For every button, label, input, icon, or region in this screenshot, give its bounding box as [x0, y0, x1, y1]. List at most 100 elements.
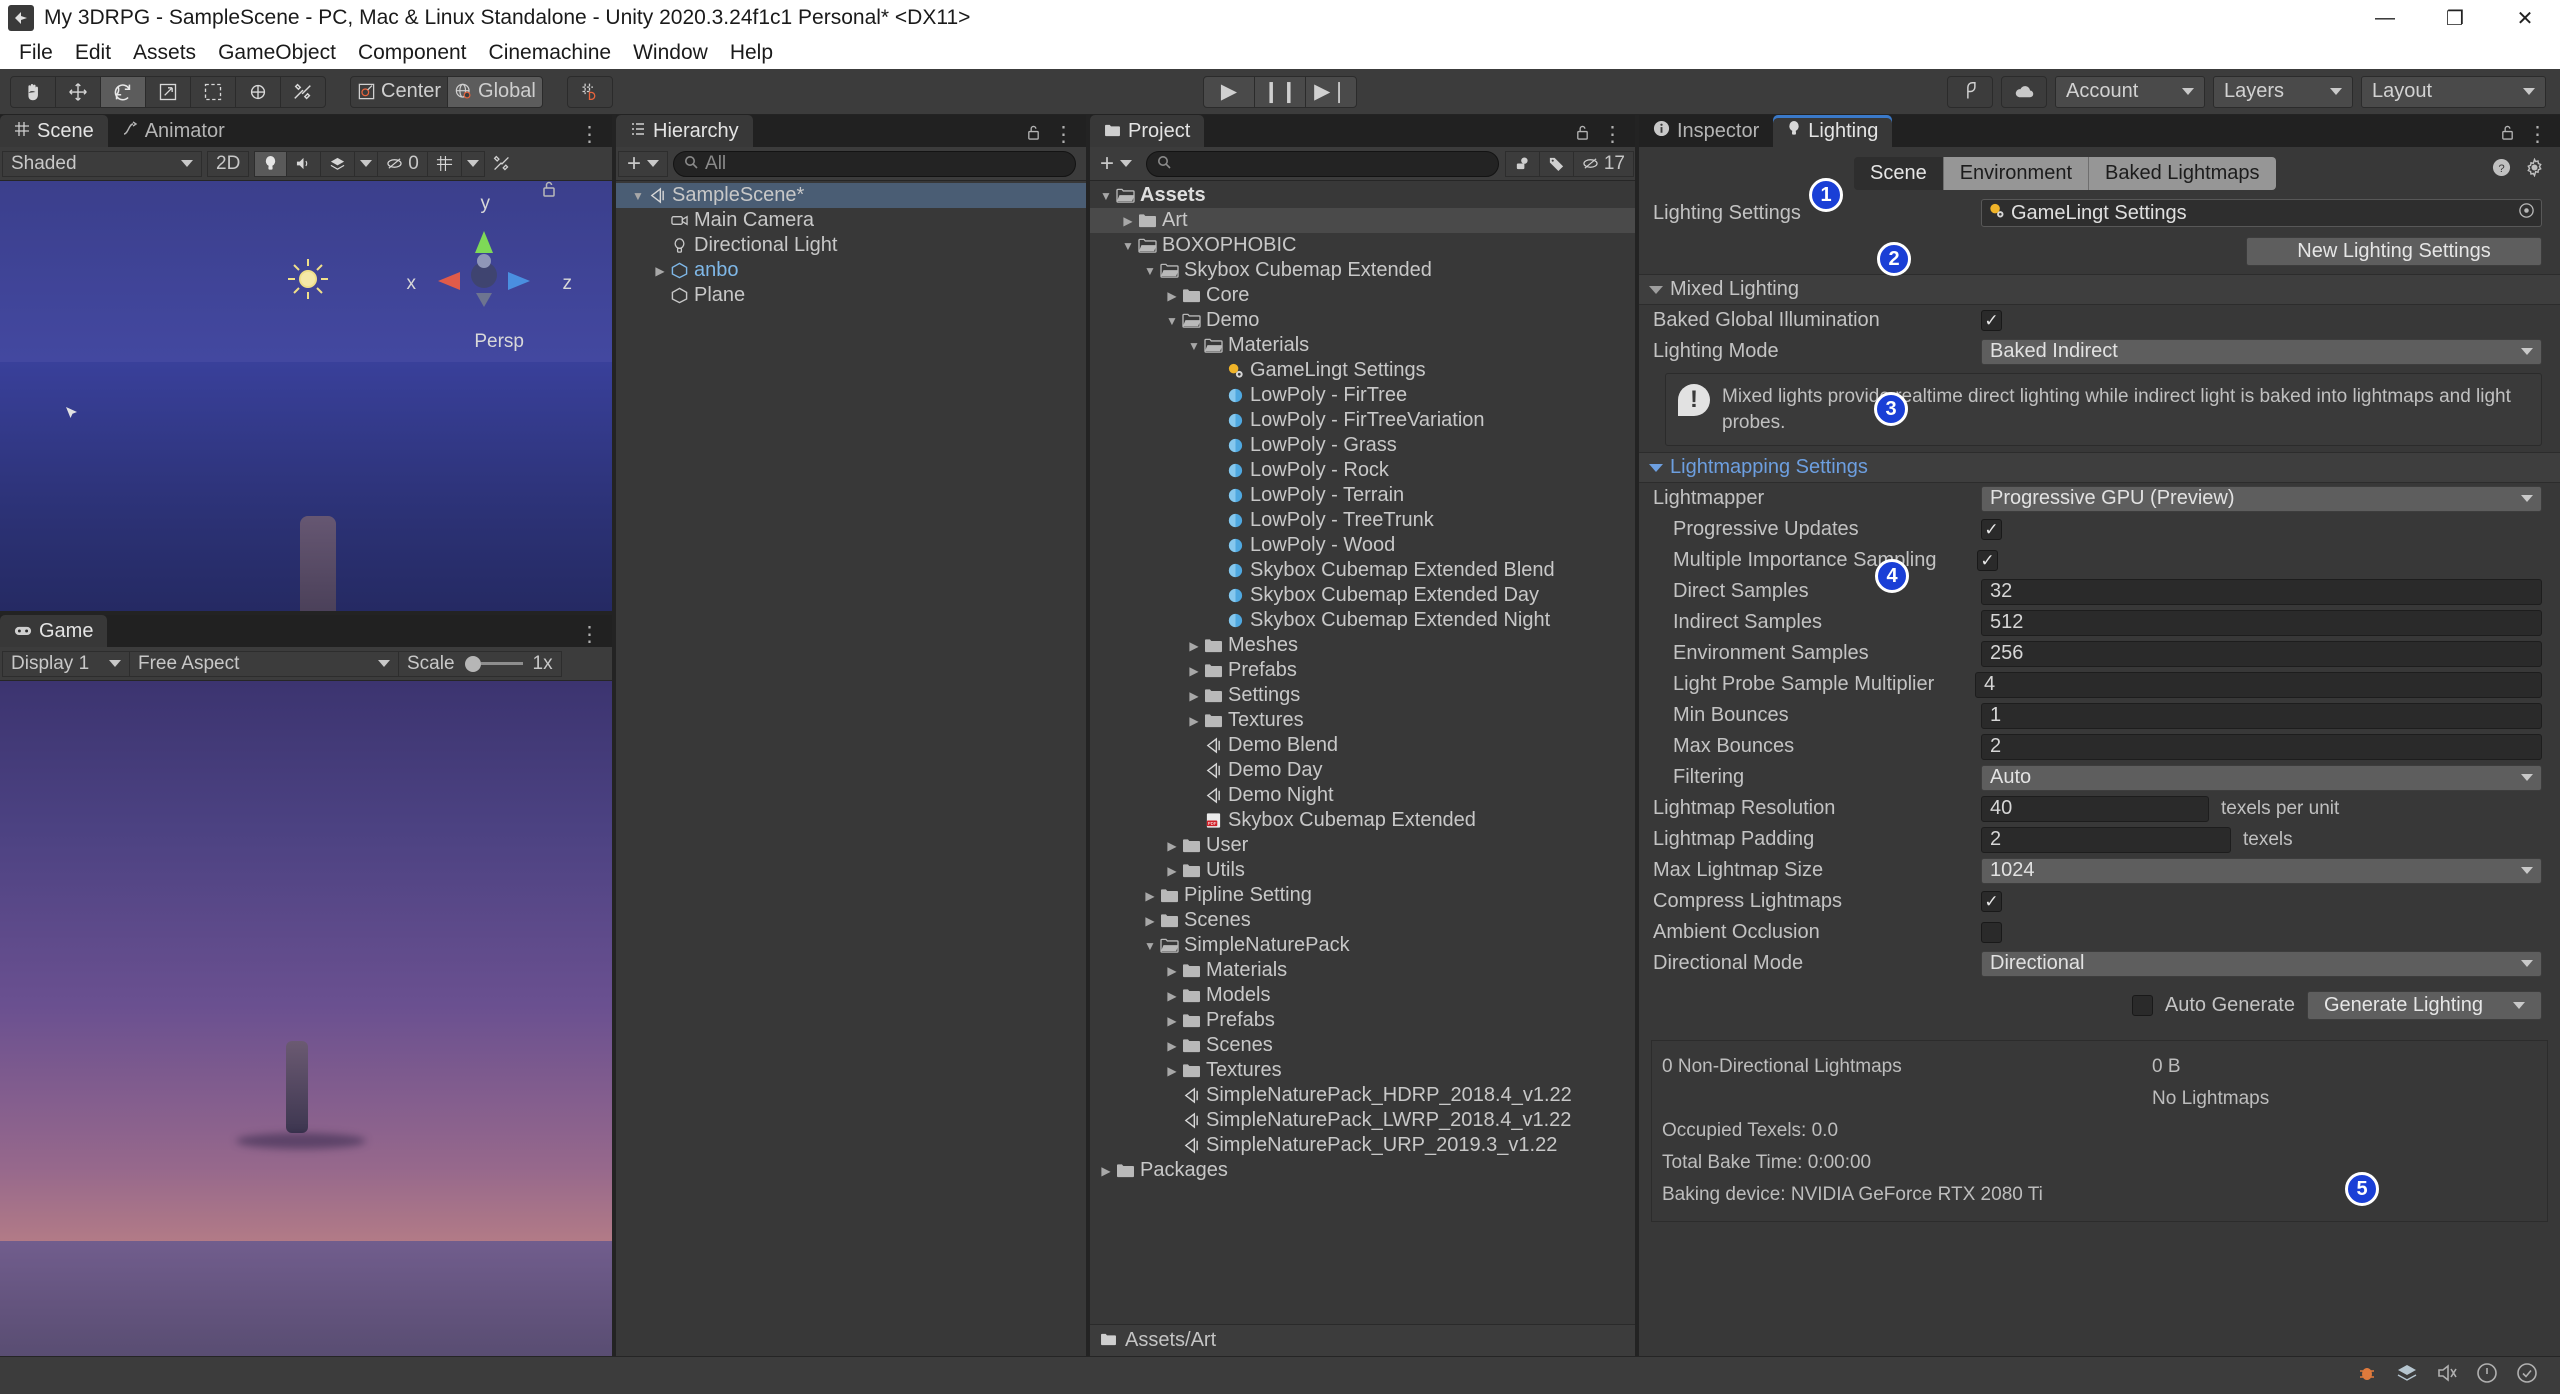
compress-lightmaps-checkbox[interactable]: ✓	[1981, 891, 2002, 913]
project-filter-type-button[interactable]	[1504, 150, 1540, 177]
indirect-samples-input[interactable]: 512	[1981, 609, 2542, 636]
scene-lighting-toggle[interactable]	[254, 150, 288, 177]
scale-tool-button[interactable]	[145, 75, 191, 108]
disclosure-arrow[interactable]: ▶	[1186, 664, 1202, 678]
play-button[interactable]: ▶	[1203, 75, 1255, 108]
move-tool-button[interactable]	[55, 75, 101, 108]
rotate-tool-button[interactable]	[100, 75, 146, 108]
project-search-input[interactable]	[1146, 150, 1499, 177]
disclosure-arrow[interactable]: ▼	[1186, 339, 1202, 353]
status-ok-icon[interactable]	[2516, 1362, 2538, 1390]
min-bounces-input[interactable]: 1	[1981, 702, 2542, 729]
max-lightmap-size-dropdown[interactable]: 1024	[1981, 857, 2542, 884]
bug-icon[interactable]	[2356, 1362, 2378, 1390]
tab-game[interactable]: Game	[0, 615, 108, 647]
project-add-button[interactable]: +	[1092, 151, 1140, 177]
project-item-scenes[interactable]: ▶ Scenes	[1090, 1033, 1635, 1058]
hierarchy-item-anbo[interactable]: ▶ anbo	[616, 258, 1086, 283]
hierarchy-add-button[interactable]: +	[618, 150, 669, 177]
project-item-skybox-cubemap-extended[interactable]: PDF Skybox Cubemap Extended	[1090, 808, 1635, 833]
menu-assets[interactable]: Assets	[122, 38, 207, 68]
lock-icon[interactable]	[1575, 123, 1590, 147]
project-item-demo-day[interactable]: Demo Day	[1090, 758, 1635, 783]
project-item-boxophobic[interactable]: ▼ BOXOPHOBIC	[1090, 233, 1635, 258]
lightmapping-settings-header[interactable]: Lightmapping Settings	[1639, 452, 2560, 484]
project-tree[interactable]: ▼ Assets ▶ Art ▼ BOXOPHOBIC ▼ Skybox Cubemap Ex…	[1090, 181, 1635, 1324]
disclosure-arrow[interactable]: ▶	[1186, 714, 1202, 728]
disclosure-arrow[interactable]: ▶	[1098, 1164, 1114, 1178]
project-item-demo-night[interactable]: Demo Night	[1090, 783, 1635, 808]
disclosure-arrow[interactable]: ▶	[1186, 639, 1202, 653]
project-item-user[interactable]: ▶ User	[1090, 833, 1635, 858]
menu-window[interactable]: Window	[622, 38, 719, 68]
hierarchy-item-plane[interactable]: Plane	[616, 283, 1086, 308]
progressive-updates-checkbox[interactable]: ✓	[1981, 519, 2002, 541]
project-item-prefabs[interactable]: ▶ Prefabs	[1090, 658, 1635, 683]
disclosure-arrow[interactable]: ▶	[1186, 689, 1202, 703]
filtering-dropdown[interactable]: Auto	[1981, 764, 2542, 791]
disclosure-arrow[interactable]: ▼	[1142, 939, 1158, 953]
lightmap-resolution-input[interactable]: 40	[1981, 795, 2209, 822]
project-item-lowpoly-wood[interactable]: LowPoly - Wood	[1090, 533, 1635, 558]
project-item-lowpoly-rock[interactable]: LowPoly - Rock	[1090, 458, 1635, 483]
project-item-simplenaturepack-urp-2019-3-v1-22[interactable]: SimpleNaturePack_URP_2019.3_v1.22	[1090, 1133, 1635, 1158]
menu-component[interactable]: Component	[347, 38, 478, 68]
project-item-gamelingt-settings[interactable]: GameLingt Settings	[1090, 358, 1635, 383]
menu-cinemachine[interactable]: Cinemachine	[478, 38, 623, 68]
scene-viewport[interactable]: y x z Persp	[0, 181, 612, 611]
new-lighting-settings-button[interactable]: New Lighting Settings	[2246, 237, 2542, 266]
menu-edit[interactable]: Edit	[64, 38, 122, 68]
kebab-menu-icon[interactable]: ⋮	[1602, 122, 1623, 147]
hierarchy-tree[interactable]: ▼ SampleScene* Main Camera Directional Ligh…	[616, 181, 1086, 1356]
hand-tool-button[interactable]	[10, 75, 56, 108]
generate-lighting-button[interactable]: Generate Lighting	[2306, 991, 2542, 1021]
game-viewport[interactable]	[0, 681, 612, 1356]
grid-snap-icon[interactable]	[566, 75, 613, 108]
lighting-tab-environment[interactable]: Environment	[1943, 156, 2089, 190]
disclosure-arrow[interactable]: ▶	[1142, 914, 1158, 928]
step-button[interactable]: ▶❘	[1305, 75, 1357, 108]
project-item-meshes[interactable]: ▶ Meshes	[1090, 633, 1635, 658]
environment-samples-input[interactable]: 256	[1981, 640, 2542, 667]
menu-file[interactable]: File	[8, 38, 64, 68]
project-item-demo[interactable]: ▼ Demo	[1090, 308, 1635, 333]
layers-status-icon[interactable]	[2396, 1363, 2418, 1389]
pause-button[interactable]: ❙❙	[1254, 75, 1306, 108]
scene-lock-icon[interactable]	[540, 181, 558, 205]
project-item-simplenaturepack[interactable]: ▼ SimpleNaturePack	[1090, 933, 1635, 958]
pivot-mode-button[interactable]: Center	[350, 75, 449, 108]
ambient-occlusion-checkbox[interactable]	[1981, 922, 2002, 944]
hierarchy-item-main-camera[interactable]: Main Camera	[616, 208, 1086, 233]
max-bounces-input[interactable]: 2	[1981, 733, 2542, 760]
disclosure-arrow[interactable]: ▶	[1164, 989, 1180, 1003]
tab-project[interactable]: Project	[1090, 115, 1205, 147]
disclosure-arrow[interactable]: ▼	[1120, 239, 1136, 253]
multiple-importance-sampling-checkbox[interactable]: ✓	[1977, 550, 1998, 572]
project-item-skybox-cubemap-extended-blend[interactable]: Skybox Cubemap Extended Blend	[1090, 558, 1635, 583]
light-probe-sample-multiplier-input[interactable]: 4	[1975, 671, 2542, 698]
disclosure-arrow[interactable]: ▶	[1164, 964, 1180, 978]
hierarchy-search-input[interactable]: All	[673, 150, 1076, 177]
rect-tool-button[interactable]	[190, 75, 236, 108]
project-item-textures[interactable]: ▶ Textures	[1090, 708, 1635, 733]
disclosure-arrow[interactable]: ▼	[1142, 264, 1158, 278]
project-item-demo-blend[interactable]: Demo Blend	[1090, 733, 1635, 758]
tab-inspector[interactable]: Inspector	[1639, 115, 1773, 147]
disclosure-arrow[interactable]: ▶	[1164, 1014, 1180, 1028]
lighting-segmented-control[interactable]: Scene Environment Baked Lightmaps	[1854, 156, 2276, 190]
mute-audio-icon[interactable]	[2436, 1363, 2458, 1389]
lighting-tab-baked-lightmaps[interactable]: Baked Lightmaps	[2089, 156, 2276, 190]
scale-slider-track[interactable]	[464, 655, 523, 672]
auto-generate-checkbox[interactable]	[2131, 995, 2153, 1017]
project-filter-label-button[interactable]	[1538, 150, 1574, 177]
close-button[interactable]: ✕	[2490, 0, 2560, 36]
project-item-pipline-setting[interactable]: ▶ Pipline Setting	[1090, 883, 1635, 908]
scene-grid-dropdown[interactable]	[460, 150, 485, 177]
lighting-tab-scene[interactable]: Scene	[1854, 156, 1944, 190]
directional-mode-dropdown[interactable]: Directional	[1981, 950, 2542, 977]
project-item-settings[interactable]: ▶ Settings	[1090, 683, 1635, 708]
kebab-menu-icon[interactable]: ⋮	[579, 622, 600, 647]
disclosure-arrow[interactable]: ▼	[1098, 189, 1114, 203]
aspect-dropdown[interactable]: Free Aspect	[129, 650, 399, 677]
layout-dropdown[interactable]: Layout	[2361, 75, 2546, 108]
